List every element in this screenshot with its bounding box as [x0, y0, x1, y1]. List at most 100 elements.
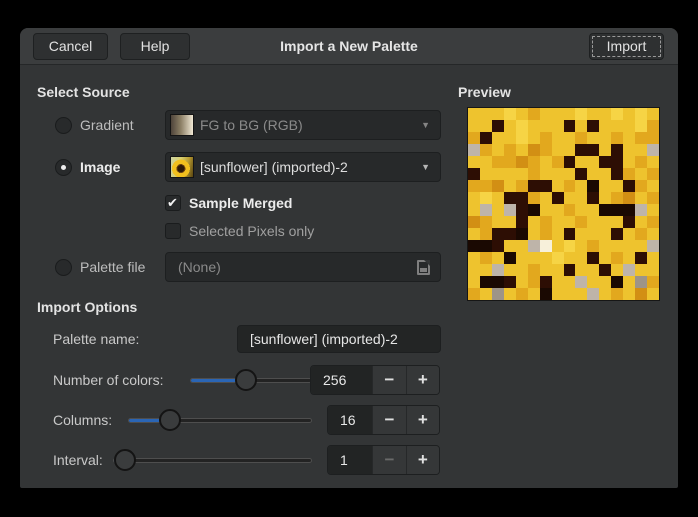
- gradient-select[interactable]: FG to BG (RGB) ▼: [165, 110, 441, 140]
- palette-swatch: [552, 228, 564, 240]
- palette-swatch: [647, 120, 659, 132]
- palette-swatch: [599, 252, 611, 264]
- palette-swatch: [480, 120, 492, 132]
- palette-swatch: [611, 168, 623, 180]
- palette-swatch: [623, 228, 635, 240]
- slider-track: [128, 418, 312, 423]
- palette-file-radio[interactable]: [55, 259, 72, 276]
- palette-swatch: [647, 108, 659, 120]
- palette-swatch: [504, 204, 516, 216]
- columns-minus-button[interactable]: −: [372, 406, 405, 434]
- palette-name-input[interactable]: [sunflower] (imported)-2: [237, 325, 441, 353]
- palette-swatch: [468, 192, 480, 204]
- interval-label-row: Interval:: [53, 445, 103, 475]
- palette-swatch: [516, 120, 528, 132]
- palette-swatch: [635, 276, 647, 288]
- palette-swatch: [587, 156, 599, 168]
- palette-swatch: [504, 252, 516, 264]
- palette-swatch: [587, 216, 599, 228]
- palette-swatch: [480, 252, 492, 264]
- cancel-button[interactable]: Cancel: [33, 33, 108, 60]
- columns-plus-button[interactable]: +: [406, 406, 439, 434]
- image-select[interactable]: [sunflower] (imported)-2 ▼: [165, 152, 441, 182]
- palette-swatch: [647, 132, 659, 144]
- palette-swatch: [635, 264, 647, 276]
- palette-swatch: [611, 192, 623, 204]
- num-colors-value[interactable]: 256: [311, 366, 372, 394]
- palette-swatch: [504, 228, 516, 240]
- palette-swatch: [516, 108, 528, 120]
- palette-swatch: [468, 288, 480, 300]
- palette-swatch: [623, 288, 635, 300]
- palette-swatch: [516, 204, 528, 216]
- screen-background: Cancel Help Import a New Palette Import …: [0, 0, 698, 517]
- image-radio-label: Image: [80, 159, 120, 175]
- interval-plus-button[interactable]: +: [406, 446, 439, 474]
- palette-swatch: [623, 252, 635, 264]
- selected-pixels-row[interactable]: Selected Pixels only: [165, 221, 314, 241]
- palette-swatch: [587, 180, 599, 192]
- image-radio-row[interactable]: Image: [55, 152, 120, 182]
- palette-swatch: [552, 132, 564, 144]
- interval-slider[interactable]: [113, 445, 312, 475]
- columns-value[interactable]: 16: [328, 406, 372, 434]
- palette-swatch: [599, 132, 611, 144]
- slider-thumb[interactable]: [114, 449, 136, 471]
- slider-thumb[interactable]: [159, 409, 181, 431]
- interval-minus-button[interactable]: −: [372, 446, 405, 474]
- palette-file-button[interactable]: (None): [165, 252, 441, 282]
- palette-swatch: [623, 276, 635, 288]
- num-colors-slider[interactable]: [190, 365, 312, 395]
- palette-swatch: [564, 276, 576, 288]
- palette-swatch: [647, 288, 659, 300]
- palette-swatch: [635, 252, 647, 264]
- palette-swatch: [552, 180, 564, 192]
- num-colors-minus-button[interactable]: −: [372, 366, 405, 394]
- sample-merged-row[interactable]: Sample Merged: [165, 193, 292, 213]
- gradient-radio[interactable]: [55, 117, 72, 134]
- palette-swatch: [552, 168, 564, 180]
- dialog-body: Select Source Gradient FG to BG (RGB) ▼ …: [20, 65, 678, 488]
- selected-pixels-checkbox[interactable]: [165, 223, 181, 239]
- palette-preview-grid: [467, 107, 660, 301]
- palette-swatch: [575, 108, 587, 120]
- palette-swatch: [635, 180, 647, 192]
- palette-swatch: [599, 156, 611, 168]
- palette-swatch: [564, 240, 576, 252]
- palette-swatch: [528, 264, 540, 276]
- palette-swatch: [552, 240, 564, 252]
- palette-swatch: [468, 216, 480, 228]
- columns-spinbox: 16 − +: [327, 405, 440, 435]
- sample-merged-checkbox[interactable]: [165, 195, 181, 211]
- image-radio[interactable]: [55, 159, 72, 176]
- palette-swatch: [623, 144, 635, 156]
- palette-swatch: [575, 240, 587, 252]
- palette-swatch: [575, 216, 587, 228]
- palette-swatch: [611, 288, 623, 300]
- palette-swatch: [528, 276, 540, 288]
- palette-swatch: [611, 264, 623, 276]
- palette-swatch: [587, 204, 599, 216]
- chevron-down-icon: ▼: [421, 120, 430, 130]
- select-source-heading: Select Source: [37, 84, 130, 100]
- gradient-radio-row[interactable]: Gradient: [55, 110, 134, 140]
- palette-swatch: [540, 228, 552, 240]
- palette-swatch: [564, 192, 576, 204]
- palette-swatch: [528, 228, 540, 240]
- palette-swatch: [552, 288, 564, 300]
- palette-swatch: [528, 168, 540, 180]
- palette-swatch: [564, 168, 576, 180]
- interval-value[interactable]: 1: [328, 446, 372, 474]
- help-button[interactable]: Help: [120, 33, 190, 60]
- palette-file-radio-row[interactable]: Palette file: [55, 252, 145, 282]
- import-button[interactable]: Import: [589, 33, 664, 60]
- palette-swatch: [480, 276, 492, 288]
- palette-swatch: [492, 144, 504, 156]
- interval-label: Interval:: [53, 452, 103, 468]
- palette-swatch: [599, 168, 611, 180]
- num-colors-plus-button[interactable]: +: [406, 366, 439, 394]
- columns-slider[interactable]: [128, 405, 312, 435]
- columns-label-row: Columns:: [53, 405, 112, 435]
- palette-swatch: [552, 120, 564, 132]
- slider-thumb[interactable]: [235, 369, 257, 391]
